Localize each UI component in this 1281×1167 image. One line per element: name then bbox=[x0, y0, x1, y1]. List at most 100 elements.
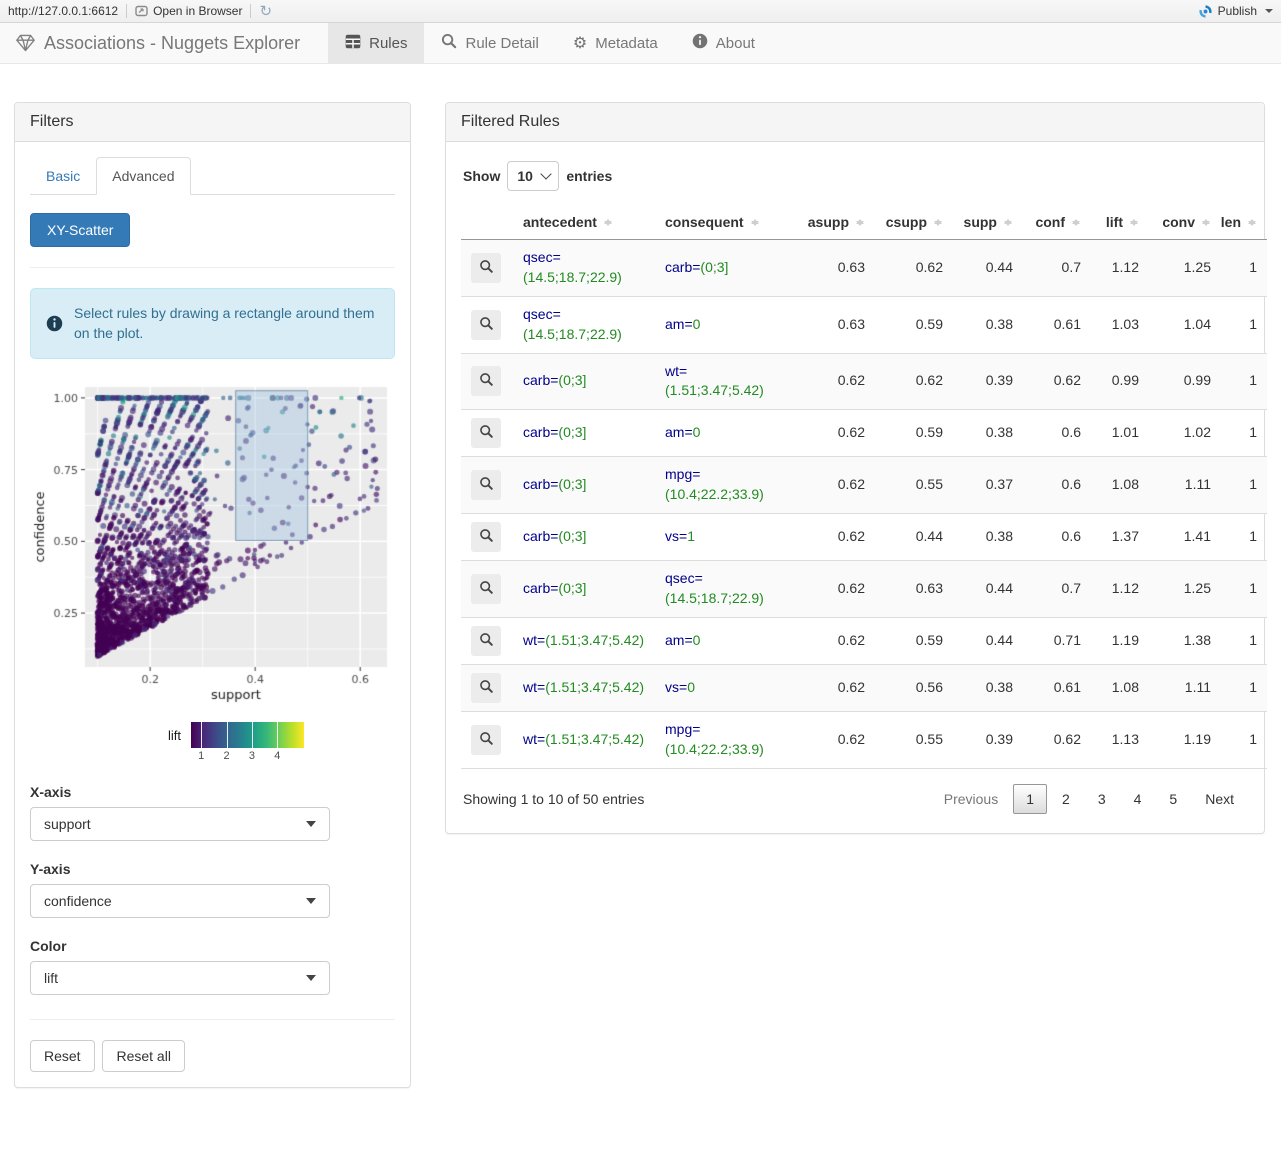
filtered-rules-body: Show 10 entries antecedent consequent asup… bbox=[446, 142, 1267, 833]
column-header-lift[interactable]: lift bbox=[1091, 205, 1149, 240]
inspect-rule-button[interactable] bbox=[471, 625, 501, 656]
refresh-icon[interactable]: ↻ bbox=[259, 4, 272, 19]
publish-label: Publish bbox=[1217, 4, 1257, 18]
divider bbox=[30, 1018, 395, 1020]
tab-label: Rule Detail bbox=[465, 34, 539, 52]
page-length-select-wrap: 10 bbox=[507, 161, 560, 191]
gear-icon: ⚙ bbox=[572, 34, 588, 52]
legend-tick-label: 2 bbox=[223, 749, 230, 762]
consequent-cell: carb=(0;3] bbox=[655, 239, 795, 297]
toolbar-divider bbox=[126, 4, 128, 18]
y-axis-select[interactable]: confidence bbox=[30, 883, 330, 918]
scatter-plot-canvas[interactable] bbox=[32, 378, 392, 709]
inspect-rule-button[interactable] bbox=[471, 366, 501, 397]
page-length-select[interactable]: 10 bbox=[507, 161, 560, 191]
inspect-rule-button[interactable] bbox=[471, 573, 501, 604]
pagination-page-2[interactable]: 2 bbox=[1049, 784, 1083, 814]
column-header-len[interactable]: len bbox=[1221, 205, 1267, 240]
attribute-value: (0;3] bbox=[558, 372, 587, 389]
attribute-name: am= bbox=[665, 424, 693, 441]
inspect-rule-button[interactable] bbox=[471, 309, 501, 340]
pagination-page-4[interactable]: 4 bbox=[1121, 784, 1155, 814]
inspect-rule-button[interactable] bbox=[471, 672, 501, 703]
caret-down-icon bbox=[306, 820, 316, 827]
attribute-value: 0 bbox=[692, 424, 701, 441]
pagination-page-1[interactable]: 1 bbox=[1013, 783, 1048, 814]
rules-table: antecedent consequent asupp csupp supp conf li… bbox=[461, 205, 1267, 769]
antecedent-cell: carb=(0;3] bbox=[513, 513, 655, 561]
lift-cell: 0.99 bbox=[1091, 352, 1149, 410]
column-header-antecedent[interactable]: antecedent bbox=[513, 205, 655, 240]
antecedent-cell: wt=(1.51;3.47;5.42) bbox=[513, 710, 655, 768]
column-header-supp[interactable]: supp bbox=[953, 205, 1023, 240]
select-value: support bbox=[44, 815, 91, 832]
csupp-cell: 0.55 bbox=[875, 710, 953, 768]
x-axis-select[interactable]: support bbox=[30, 806, 330, 841]
antecedent-cell: carb=(0;3] bbox=[513, 409, 655, 457]
pagination-page-3[interactable]: 3 bbox=[1085, 784, 1119, 814]
table-row: wt=(1.51;3.47;5.42) vs=0 0.62 0.56 0.38 0.61 1… bbox=[461, 663, 1267, 712]
open-in-browser-label: Open in Browser bbox=[153, 4, 243, 18]
attribute-name: vs= bbox=[665, 678, 688, 695]
consequent-cell: am=0 bbox=[655, 409, 795, 457]
open-in-browser-button[interactable]: Open in Browser bbox=[135, 4, 242, 18]
attribute-name: am= bbox=[665, 315, 693, 332]
table-length-control: Show 10 entries bbox=[463, 161, 1249, 191]
caret-down-icon bbox=[306, 974, 316, 981]
lift-cell: 1.03 bbox=[1091, 295, 1149, 353]
attribute-name: wt= bbox=[523, 631, 546, 648]
tab-rule-detail[interactable]: Rule Detail bbox=[424, 23, 555, 63]
attribute-name: mpg= bbox=[665, 466, 701, 483]
publish-button[interactable]: Publish bbox=[1198, 4, 1273, 19]
column-header-consequent[interactable]: consequent bbox=[655, 205, 795, 240]
csupp-cell: 0.59 bbox=[875, 616, 953, 665]
attribute-value: (0;3] bbox=[558, 528, 587, 545]
tab-metadata[interactable]: ⚙ Metadata bbox=[556, 23, 675, 63]
pagination-next[interactable]: Next bbox=[1192, 784, 1247, 814]
tab-about[interactable]: About bbox=[675, 23, 772, 63]
inspect-rule-button[interactable] bbox=[471, 724, 501, 755]
legend-colorbar bbox=[191, 721, 304, 748]
toolbar-divider bbox=[250, 4, 252, 18]
column-header-csupp[interactable]: csupp bbox=[875, 205, 953, 240]
conf-cell: 0.6 bbox=[1023, 409, 1091, 457]
legend-tick bbox=[201, 721, 203, 748]
attribute-value: 1 bbox=[687, 528, 695, 545]
pagination-previous[interactable]: Previous bbox=[931, 784, 1011, 814]
asupp-cell: 0.62 bbox=[795, 513, 875, 561]
plot-legend: lift 1 2 3 4 bbox=[168, 721, 395, 764]
reset-button[interactable]: Reset bbox=[30, 1039, 95, 1072]
tab-rules[interactable]: Rules bbox=[328, 23, 425, 63]
row-actions-cell bbox=[461, 456, 513, 514]
consequent-cell: mpg= (10.4;22.2;33.9) bbox=[655, 456, 795, 514]
attribute-name: am= bbox=[665, 631, 693, 648]
color-select[interactable]: lift bbox=[30, 960, 330, 995]
filters-tab-advanced[interactable]: Advanced bbox=[96, 157, 191, 195]
column-header-conf[interactable]: conf bbox=[1023, 205, 1091, 240]
inspect-rule-button[interactable] bbox=[471, 470, 501, 501]
conf-cell: 0.61 bbox=[1023, 295, 1091, 353]
sort-icon bbox=[1248, 215, 1257, 230]
attribute-name: qsec= bbox=[665, 570, 703, 586]
attribute-name: carb= bbox=[523, 424, 559, 441]
xy-scatter-button[interactable]: XY-Scatter bbox=[30, 213, 131, 247]
asupp-cell: 0.62 bbox=[795, 663, 875, 712]
table-row: carb=(0;3] qsec=(14.5;18.7;22.9) 0.62 0.63 0… bbox=[461, 560, 1267, 618]
search-icon bbox=[479, 259, 494, 277]
sort-icon bbox=[934, 215, 943, 230]
filters-tab-basic[interactable]: Basic bbox=[30, 157, 96, 195]
divider bbox=[30, 267, 395, 268]
antecedent-cell: carb=(0;3] bbox=[513, 456, 655, 514]
inspect-rule-button[interactable] bbox=[471, 418, 501, 449]
table-row: carb=(0;3] wt=(1.51;3.47;5.42) 0.62 0.62 0.3… bbox=[461, 352, 1267, 410]
conf-cell: 0.6 bbox=[1023, 456, 1091, 514]
column-header-conv[interactable]: conv bbox=[1149, 205, 1221, 240]
inspect-rule-button[interactable] bbox=[471, 252, 501, 283]
antecedent-cell: wt=(1.51;3.47;5.42) bbox=[513, 616, 655, 665]
conf-cell: 0.7 bbox=[1023, 560, 1091, 618]
pagination-page-5[interactable]: 5 bbox=[1156, 784, 1190, 814]
inspect-rule-button[interactable] bbox=[471, 522, 501, 552]
reset-all-button[interactable]: Reset all bbox=[102, 1039, 185, 1072]
attribute-name: carb= bbox=[523, 579, 559, 596]
column-header-asupp[interactable]: asupp bbox=[795, 205, 875, 240]
